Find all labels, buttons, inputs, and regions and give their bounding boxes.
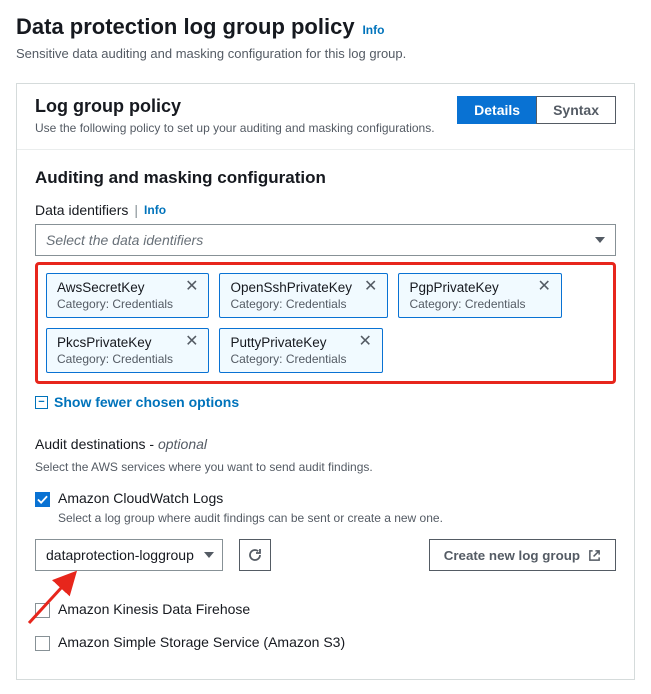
identifiers-placeholder: Select the data identifiers	[46, 232, 203, 248]
close-icon[interactable]: ✕	[357, 335, 374, 349]
identifiers-info-link[interactable]: Info	[144, 203, 166, 217]
checkbox-cloudwatch[interactable]: Amazon CloudWatch Logs	[35, 490, 616, 507]
checkbox-icon[interactable]	[35, 603, 50, 618]
identifiers-label: Data identifiers	[35, 202, 128, 218]
chevron-down-icon	[204, 552, 214, 558]
minus-icon: −	[35, 396, 48, 409]
page-title: Data protection log group policy	[16, 14, 355, 39]
checkbox-label: Amazon CloudWatch Logs	[58, 490, 223, 506]
annotation-arrow-icon	[25, 567, 95, 627]
token-name: PuttyPrivateKey	[230, 335, 346, 350]
cloudwatch-help: Select a log group where audit findings …	[58, 511, 616, 525]
checkbox-label: Amazon Kinesis Data Firehose	[58, 601, 250, 617]
panel-desc: Use the following policy to set up your …	[35, 121, 435, 135]
token-pkcsprivatekey: PkcsPrivateKey Category: Credentials ✕	[46, 328, 209, 373]
token-category: Category: Credentials	[230, 352, 346, 366]
external-link-icon	[588, 549, 601, 562]
panel-tabs: Details Syntax	[457, 96, 616, 124]
show-fewer-toggle[interactable]: − Show fewer chosen options	[35, 394, 239, 410]
create-log-group-button[interactable]: Create new log group	[429, 539, 616, 571]
token-awssecretkey: AwsSecretKey Category: Credentials ✕	[46, 273, 209, 318]
token-category: Category: Credentials	[230, 297, 352, 311]
loggroup-selected: dataprotection-loggroup	[46, 547, 194, 563]
create-label: Create new log group	[444, 548, 580, 563]
checkbox-label: Amazon Simple Storage Service (Amazon S3…	[58, 634, 345, 650]
checkbox-icon[interactable]	[35, 492, 50, 507]
token-name: OpenSshPrivateKey	[230, 280, 352, 295]
token-category: Category: Credentials	[409, 297, 525, 311]
close-icon[interactable]: ✕	[183, 280, 200, 294]
loggroup-select[interactable]: dataprotection-loggroup	[35, 539, 223, 571]
panel-header: Log group policy Use the following polic…	[17, 84, 634, 150]
token-name: PgpPrivateKey	[409, 280, 525, 295]
token-opensshprivatekey: OpenSshPrivateKey Category: Credentials …	[219, 273, 388, 318]
token-name: AwsSecretKey	[57, 280, 173, 295]
audit-dest-help: Select the AWS services where you want t…	[35, 460, 616, 474]
token-puttyprivatekey: PuttyPrivateKey Category: Credentials ✕	[219, 328, 382, 373]
log-group-policy-panel: Log group policy Use the following polic…	[16, 83, 635, 680]
tab-syntax[interactable]: Syntax	[536, 96, 616, 124]
checkbox-s3[interactable]: Amazon Simple Storage Service (Amazon S3…	[35, 634, 616, 651]
close-icon[interactable]: ✕	[183, 335, 200, 349]
page-subtitle: Sensitive data auditing and masking conf…	[16, 46, 635, 61]
token-category: Category: Credentials	[57, 352, 173, 366]
token-category: Category: Credentials	[57, 297, 173, 311]
refresh-icon	[247, 547, 263, 563]
page-header: Data protection log group policy Info Se…	[16, 14, 635, 61]
checkbox-firehose[interactable]: Amazon Kinesis Data Firehose	[35, 601, 616, 618]
config-heading: Auditing and masking configuration	[35, 168, 616, 188]
label-divider: |	[134, 202, 138, 218]
identifiers-label-row: Data identifiers | Info	[35, 202, 616, 218]
refresh-button[interactable]	[239, 539, 271, 571]
token-name: PkcsPrivateKey	[57, 335, 173, 350]
selected-identifiers-highlight: AwsSecretKey Category: Credentials ✕ Ope…	[35, 262, 616, 384]
token-pgpprivatekey: PgpPrivateKey Category: Credentials ✕	[398, 273, 561, 318]
close-icon[interactable]: ✕	[536, 280, 553, 294]
identifiers-select[interactable]: Select the data identifiers	[35, 224, 616, 256]
chevron-down-icon	[595, 237, 605, 243]
show-fewer-label: Show fewer chosen options	[54, 394, 239, 410]
panel-title: Log group policy	[35, 96, 435, 117]
page-info-link[interactable]: Info	[362, 23, 384, 37]
checkbox-icon[interactable]	[35, 636, 50, 651]
audit-dest-label: Audit destinations - optional	[35, 436, 616, 452]
tab-details[interactable]: Details	[457, 96, 536, 124]
cloudwatch-controls: dataprotection-loggroup Create new log g…	[35, 539, 616, 571]
close-icon[interactable]: ✕	[362, 280, 379, 294]
panel-body: Auditing and masking configuration Data …	[17, 150, 634, 679]
